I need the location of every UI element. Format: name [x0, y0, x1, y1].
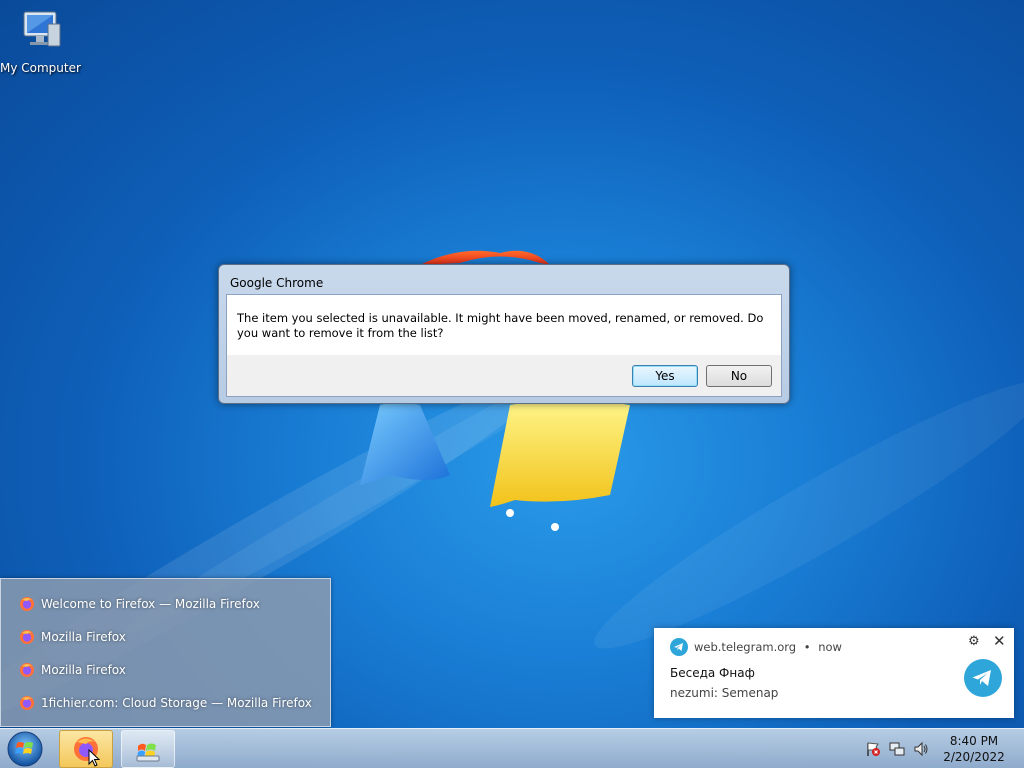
taskbar: 8:40 PM 2/20/2022 [0, 728, 1024, 768]
notification-source: web.telegram.org [694, 640, 797, 654]
window-list-item[interactable]: Mozilla Firefox [19, 660, 126, 680]
taskbar-window-list: Welcome to Firefox — Mozilla Firefox Moz… [0, 578, 331, 727]
system-tray [865, 741, 929, 757]
clock-time: 8:40 PM [949, 734, 999, 748]
mouse-cursor-icon [88, 749, 100, 767]
chrome-dialog: Google Chrome The item you selected is u… [218, 264, 790, 404]
telegram-icon [670, 638, 688, 656]
settings-gear-icon[interactable]: ⚙ [968, 634, 980, 649]
window-list-item[interactable]: 1fichier.com: Cloud Storage — Mozilla Fi… [19, 693, 312, 713]
firefox-icon [20, 696, 34, 710]
telegram-notification[interactable]: web.telegram.org • now ⚙ ✕ Беседа Фнаф n… [654, 628, 1014, 718]
no-button[interactable]: No [706, 365, 772, 387]
dialog-message: The item you selected is unavailable. It… [227, 295, 781, 355]
notification-time: now [818, 640, 842, 654]
window-list-item-label: Welcome to Firefox — Mozilla Firefox [41, 597, 260, 611]
telegram-icon [964, 659, 1002, 697]
firefox-icon [20, 663, 34, 677]
volume-icon[interactable] [913, 741, 929, 757]
clock-date: 2/20/2022 [943, 750, 1005, 764]
window-list-item[interactable]: Mozilla Firefox [19, 627, 126, 647]
window-list-item-label: 1fichier.com: Cloud Storage — Mozilla Fi… [41, 696, 312, 710]
clock[interactable]: 8:40 PM 2/20/2022 [930, 733, 1018, 765]
dialog-title: Google Chrome [230, 276, 324, 290]
notification-title: Беседа Фнаф [670, 666, 755, 680]
desktop-icon-label: My Computer [0, 61, 81, 75]
explorer-icon [136, 743, 160, 762]
window-list-item-label: Mozilla Firefox [41, 630, 126, 644]
start-button-icon[interactable] [6, 730, 44, 768]
action-center-flag-icon[interactable] [865, 741, 881, 757]
dialog-body: The item you selected is unavailable. It… [226, 294, 782, 397]
firefox-icon [20, 630, 34, 644]
window-list-item[interactable]: Welcome to Firefox — Mozilla Firefox [19, 594, 260, 614]
window-list-item-label: Mozilla Firefox [41, 663, 126, 677]
notification-separator: • [803, 640, 811, 654]
desktop-icon-my-computer[interactable]: My Computer [0, 8, 81, 75]
taskbar-explorer-button[interactable] [121, 730, 175, 768]
firefox-icon [20, 597, 34, 611]
computer-icon [23, 11, 61, 47]
close-icon[interactable]: ✕ [993, 632, 1006, 650]
yes-button[interactable]: Yes [632, 365, 698, 387]
notification-body: nezumi: Semenap [670, 686, 779, 700]
notification-source-line: web.telegram.org • now [694, 640, 842, 654]
taskbar-firefox-button[interactable] [59, 730, 113, 768]
network-icon[interactable] [889, 741, 905, 757]
